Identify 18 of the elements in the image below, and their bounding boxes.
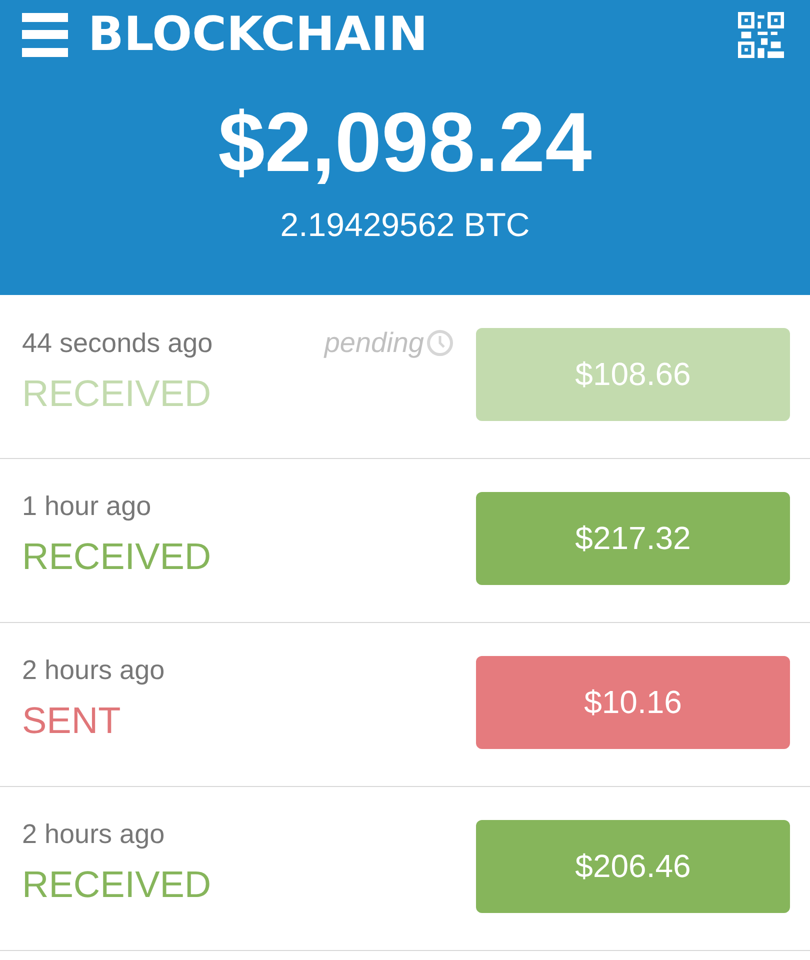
transaction-direction: RECEIVED bbox=[22, 864, 212, 906]
transaction-direction: SENT bbox=[22, 700, 122, 742]
transaction-time: 44 seconds ago bbox=[22, 328, 213, 358]
menu-icon[interactable] bbox=[22, 12, 68, 56]
amount-button[interactable]: $10.16 bbox=[476, 656, 790, 749]
amount-button[interactable]: $206.46 bbox=[476, 820, 790, 913]
transaction-time: 1 hour ago bbox=[22, 491, 152, 522]
amount-button[interactable]: $217.32 bbox=[476, 492, 790, 585]
transaction-direction: RECEIVED bbox=[22, 536, 212, 578]
transaction-direction: RECEIVED bbox=[22, 373, 212, 415]
btc-balance: 2.19429562 BTC bbox=[280, 206, 530, 244]
amount-button[interactable]: $108.66 bbox=[476, 328, 790, 421]
balance-amount: $2,098.24 bbox=[218, 100, 592, 184]
qr-code-icon[interactable] bbox=[738, 12, 784, 58]
pending-status: pending bbox=[324, 327, 424, 359]
app-logo: BLOCKCHAIN bbox=[88, 7, 428, 62]
transaction-time: 2 hours ago bbox=[22, 655, 165, 686]
transaction-time: 2 hours ago bbox=[22, 819, 165, 850]
